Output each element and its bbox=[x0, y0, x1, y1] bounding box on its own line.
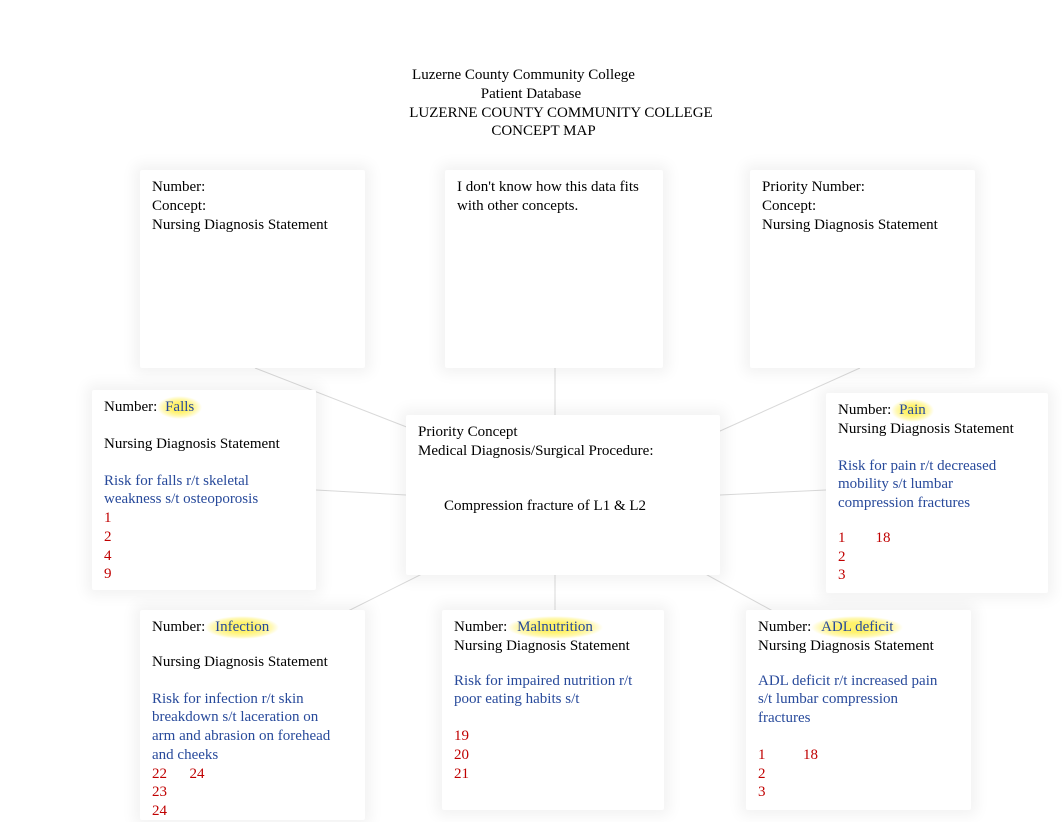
note-line1: I don't know how this data fits bbox=[457, 178, 651, 197]
label-nds: Nursing Diagnosis Statement bbox=[762, 216, 963, 235]
statement-line: poor eating habits s/t bbox=[454, 690, 652, 709]
label-nds: Nursing Diagnosis Statement bbox=[838, 420, 1036, 439]
statement-line: s/t lumbar compression bbox=[758, 690, 959, 709]
header-line2: Patient Database bbox=[0, 85, 1062, 104]
number-line: Number: ADL deficit bbox=[758, 618, 959, 637]
concept-box-infection: Number: Infection Nursing Diagnosis Stat… bbox=[140, 610, 365, 820]
ref-number: 19 bbox=[454, 727, 652, 746]
concept-highlight: Malnutrition bbox=[507, 616, 603, 639]
statement-line: Risk for infection r/t skin bbox=[152, 690, 353, 709]
statement-line: Risk for impaired nutrition r/t bbox=[454, 672, 652, 691]
ref-number: 3 bbox=[838, 566, 1036, 585]
statement-line: compression fractures bbox=[838, 494, 1036, 513]
label-priority-concept: Priority Concept bbox=[418, 423, 708, 442]
label-number: Number: bbox=[152, 619, 205, 635]
concept-box-adl-deficit: Number: ADL deficit Nursing Diagnosis St… bbox=[746, 610, 971, 810]
spacer bbox=[152, 637, 353, 653]
spacer bbox=[838, 439, 1036, 457]
label-nds: Nursing Diagnosis Statement bbox=[152, 653, 353, 672]
label-concept: Concept: bbox=[152, 197, 353, 216]
concept-box-top-right: Priority Number: Concept: Nursing Diagno… bbox=[750, 170, 975, 368]
spacer bbox=[104, 454, 304, 472]
statement-line: breakdown s/t laceration on bbox=[152, 708, 353, 727]
number-line: Number: Falls bbox=[104, 398, 304, 417]
ref-number: 1 18 bbox=[838, 529, 1036, 548]
ref-number: 21 bbox=[454, 765, 652, 784]
spacer bbox=[838, 513, 1036, 529]
ref-number: 3 bbox=[758, 783, 959, 802]
ref-number: 9 bbox=[104, 565, 304, 584]
number-line: Number: Infection bbox=[152, 618, 353, 637]
label-medical-diagnosis: Medical Diagnosis/Surgical Procedure: bbox=[418, 442, 708, 461]
label-number: Number: bbox=[454, 619, 507, 635]
statement-line: mobility s/t lumbar bbox=[838, 475, 1036, 494]
statement-line: Risk for pain r/t decreased bbox=[838, 457, 1036, 476]
ref-number: 2 bbox=[104, 528, 304, 547]
note-line2: with other concepts. bbox=[457, 197, 651, 216]
label-concept: Concept: bbox=[762, 197, 963, 216]
label-priority-number: Priority Number: bbox=[762, 178, 963, 197]
label-nds: Nursing Diagnosis Statement bbox=[454, 637, 652, 656]
concept-box-top-mid: I don't know how this data fits with oth… bbox=[445, 170, 663, 368]
page-header: Luzerne County Community College Patient… bbox=[0, 66, 1062, 141]
concept-highlight: Infection bbox=[205, 616, 279, 639]
statement-line: fractures bbox=[758, 709, 959, 728]
label-number: Number: bbox=[758, 619, 811, 635]
label-nds: Nursing Diagnosis Statement bbox=[104, 435, 304, 454]
label-nds: Nursing Diagnosis Statement bbox=[152, 216, 353, 235]
concept-box-pain: Number: Pain Nursing Diagnosis Statement… bbox=[826, 393, 1048, 593]
ref-number: 22 24 bbox=[152, 765, 353, 784]
header-line1: Luzerne County Community College bbox=[0, 66, 1062, 85]
spacer bbox=[758, 656, 959, 672]
statement-line: arm and abrasion on forehead bbox=[152, 727, 353, 746]
ref-number: 4 bbox=[104, 547, 304, 566]
statement-line: weakness s/t osteoporosis bbox=[104, 490, 304, 509]
spacer bbox=[152, 672, 353, 690]
statement-line: ADL deficit r/t increased pain bbox=[758, 672, 959, 691]
spacer bbox=[454, 709, 652, 727]
ref-number: 23 bbox=[152, 783, 353, 802]
ref-number: 24 bbox=[152, 802, 353, 821]
concept-highlight: Falls bbox=[157, 396, 202, 419]
concept-highlight: Pain bbox=[891, 399, 934, 422]
header-line3: LUZERNE COUNTY COMMUNITY COLLEGE bbox=[60, 104, 1062, 123]
label-number: Number: bbox=[152, 178, 353, 197]
concept-box-top-left: Number: Concept: Nursing Diagnosis State… bbox=[140, 170, 365, 368]
spacer bbox=[104, 417, 304, 435]
statement-line: Risk for falls r/t skeletal bbox=[104, 472, 304, 491]
priority-concept-box: Priority Concept Medical Diagnosis/Surgi… bbox=[406, 415, 720, 575]
ref-number: 2 bbox=[758, 765, 959, 784]
concept-box-falls: Number: Falls Nursing Diagnosis Statemen… bbox=[92, 390, 316, 590]
number-line: Number: Malnutrition bbox=[454, 618, 652, 637]
number-line: Number: Pain bbox=[838, 401, 1036, 420]
label-number: Number: bbox=[104, 399, 157, 415]
label-nds: Nursing Diagnosis Statement bbox=[758, 637, 959, 656]
spacer bbox=[758, 728, 959, 746]
ref-number: 1 bbox=[104, 509, 304, 528]
spacer bbox=[454, 656, 652, 672]
statement-line: and cheeks bbox=[152, 746, 353, 765]
ref-number: 2 bbox=[838, 548, 1036, 567]
concept-box-malnutrition: Number: Malnutrition Nursing Diagnosis S… bbox=[442, 610, 664, 810]
label-number: Number: bbox=[838, 402, 891, 418]
diagnosis-text: Compression fracture of L1 & L2 bbox=[444, 497, 708, 516]
concept-highlight: ADL deficit bbox=[811, 616, 903, 639]
ref-number: 1 18 bbox=[758, 746, 959, 765]
header-line4: CONCEPT MAP bbox=[25, 122, 1062, 141]
ref-number: 20 bbox=[454, 746, 652, 765]
